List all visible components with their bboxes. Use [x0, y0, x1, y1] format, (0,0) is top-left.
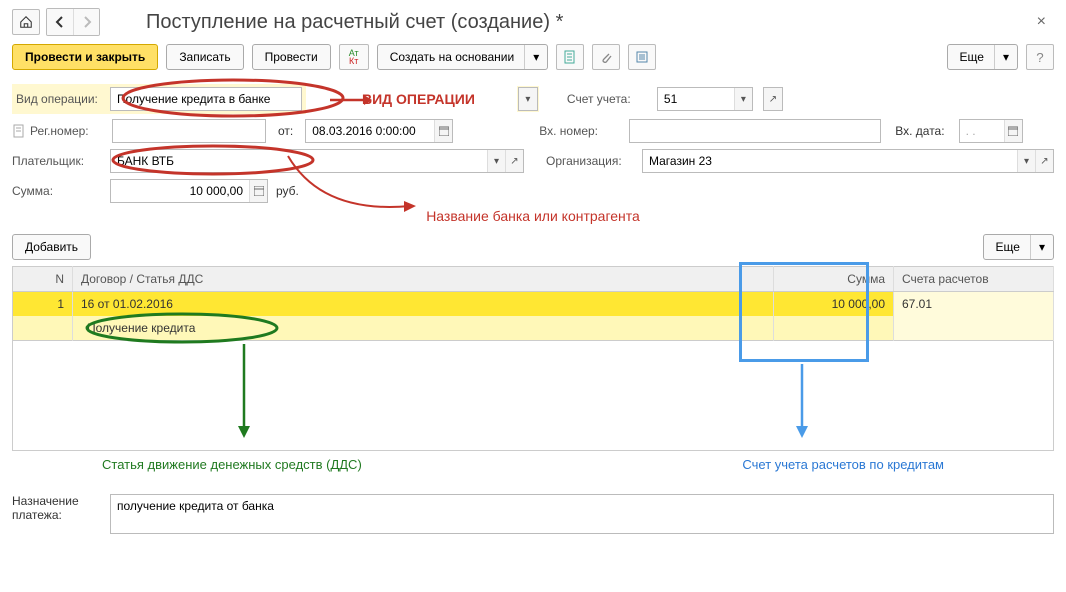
document-icon [12, 124, 26, 138]
list-icon [635, 50, 649, 64]
more-button-top[interactable]: Еще ▾ [947, 44, 1018, 70]
op-type-label: Вид операции: [16, 92, 106, 106]
list-button[interactable] [628, 44, 656, 70]
purpose-label2: платежа: [12, 508, 102, 522]
cell-contract: 16 от 01.02.2016 [73, 292, 774, 317]
back-button[interactable] [47, 9, 73, 35]
calculator-button[interactable] [249, 180, 267, 202]
items-table: N Договор / Статья ДДС Сумма Счета расче… [12, 266, 1054, 341]
cell-n [13, 316, 73, 341]
org-open[interactable]: ↗ [1035, 150, 1053, 172]
cell-sum: 10 000,00 [774, 292, 894, 317]
chevron-down-icon: ▾ [994, 45, 1017, 69]
more-button-table[interactable]: Еще ▾ [983, 234, 1054, 260]
forward-button[interactable] [73, 9, 99, 35]
account-dropdown[interactable]: ▾ [734, 88, 752, 110]
table-row[interactable]: Получение кредита [13, 316, 1054, 341]
close-button[interactable]: × [1029, 9, 1054, 35]
account-open[interactable]: ↗ [764, 88, 782, 110]
annotation-bank: Название банка или контрагента [426, 208, 640, 224]
reg-no-input[interactable] [113, 120, 265, 142]
arrow-left-icon [54, 16, 66, 28]
payer-label: Плательщик: [12, 154, 102, 168]
cell-contract: Получение кредита [73, 316, 774, 341]
col-header-n[interactable]: N [13, 267, 73, 292]
in-no-label: Вх. номер: [539, 124, 621, 138]
paperclip-icon [599, 50, 613, 64]
home-button[interactable] [12, 9, 40, 35]
more-label-2: Еще [996, 240, 1020, 254]
sum-input[interactable] [111, 180, 249, 202]
sum-label: Сумма: [12, 184, 102, 198]
op-type-dropdown[interactable]: ▾ [519, 88, 537, 110]
table-blank-area[interactable] [12, 341, 1054, 451]
in-no-input[interactable] [630, 120, 880, 142]
payer-dropdown[interactable]: ▾ [487, 150, 505, 172]
dtkt-button[interactable]: АтКт [339, 44, 369, 70]
more-label: Еще [960, 50, 984, 64]
home-icon [19, 15, 33, 29]
cell-acc: 67.01 [894, 292, 1054, 317]
account-label: Счет учета: [567, 92, 649, 106]
create-based-label: Создать на основании [390, 50, 515, 64]
dtkt-icon: АтКт [349, 49, 359, 65]
org-dropdown[interactable]: ▾ [1017, 150, 1035, 172]
chevron-down-icon: ▾ [524, 45, 547, 69]
annotation-credit-acc: Счет учета расчетов по кредитам [742, 457, 944, 472]
reg-no-label: Рег.номер: [30, 124, 104, 138]
page-title: Поступление на расчетный счет (создание)… [146, 11, 1023, 34]
from-label: от: [278, 124, 293, 138]
document-icon [563, 50, 577, 64]
calendar-button-in[interactable] [1004, 120, 1022, 142]
account-input[interactable] [658, 88, 734, 110]
op-type-input[interactable] [111, 88, 301, 110]
purpose-label1: Назначение [12, 494, 102, 508]
annotation-op-type: ВИД ОПЕРАЦИИ [362, 91, 475, 107]
col-header-acc[interactable]: Счета расчетов [894, 267, 1054, 292]
annotation-dds: Статья движение денежных средств (ДДС) [102, 457, 362, 472]
post-button[interactable]: Провести [252, 44, 331, 70]
calculator-icon [254, 186, 264, 196]
calendar-button[interactable] [434, 120, 452, 142]
col-header-sum[interactable]: Сумма [774, 267, 894, 292]
calendar-icon [1008, 126, 1018, 136]
payer-input[interactable] [111, 150, 487, 172]
col-header-contract[interactable]: Договор / Статья ДДС [73, 267, 774, 292]
date-input[interactable] [306, 120, 434, 142]
calendar-icon [439, 126, 449, 136]
create-based-button[interactable]: Создать на основании ▾ [377, 44, 549, 70]
currency-label: руб. [276, 184, 299, 198]
post-close-button[interactable]: Провести и закрыть [12, 44, 158, 70]
purpose-input[interactable] [110, 494, 1054, 534]
doc-button[interactable] [556, 44, 584, 70]
help-button[interactable]: ? [1026, 44, 1054, 70]
add-button[interactable]: Добавить [12, 234, 91, 260]
in-date-input[interactable] [960, 120, 1004, 142]
attach-button[interactable] [592, 44, 620, 70]
in-date-label: Вх. дата: [895, 124, 944, 138]
cell-acc [894, 316, 1054, 341]
chevron-down-icon: ▾ [1030, 235, 1053, 259]
nav-group [46, 8, 100, 36]
save-button[interactable]: Записать [166, 44, 243, 70]
org-input[interactable] [643, 150, 1017, 172]
payer-open[interactable]: ↗ [505, 150, 523, 172]
toolbar: Провести и закрыть Записать Провести АтК… [12, 40, 1054, 80]
cell-n: 1 [13, 292, 73, 317]
org-label: Организация: [546, 154, 634, 168]
arrow-right-icon [81, 16, 93, 28]
cell-sum [774, 316, 894, 341]
table-row[interactable]: 1 16 от 01.02.2016 10 000,00 67.01 [13, 292, 1054, 317]
